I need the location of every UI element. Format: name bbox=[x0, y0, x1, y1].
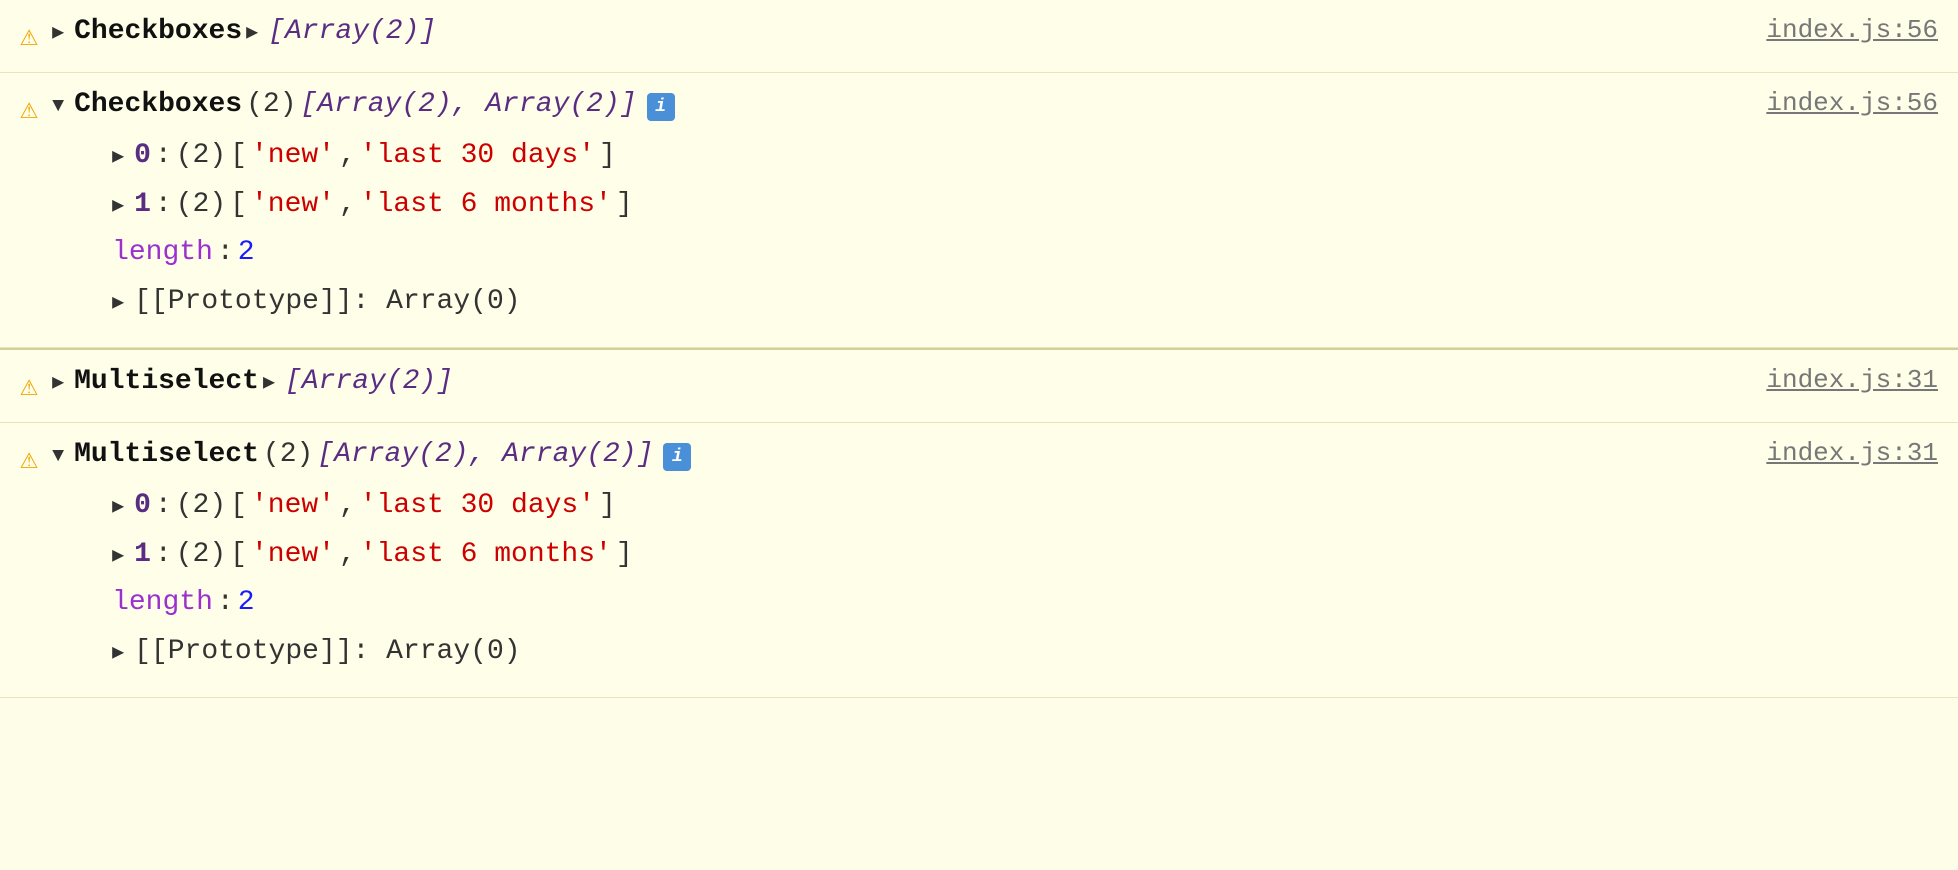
file-link-3[interactable]: index.js:31 bbox=[1726, 360, 1938, 402]
tree-row-2-1: ▶ 1 : (2) [ 'new' , 'last 6 months' ] bbox=[112, 181, 1726, 230]
tree-expand-2-1[interactable]: ▶ bbox=[112, 191, 124, 223]
length-value-4: 2 bbox=[238, 581, 255, 626]
tree-count-2-0: (2) bbox=[176, 134, 226, 179]
array-summary-3: [Array(2)] bbox=[285, 360, 453, 405]
log-entry-3-inner: ⚠ ▶ Multiselect ▶ [Array(2)] index.js:31 bbox=[20, 360, 1938, 412]
length-key-4: length bbox=[112, 581, 213, 626]
tree-val-4-1-0: 'new' bbox=[251, 533, 335, 578]
log-entry-2-inner: ⚠ ▼ Checkboxes (2) [Array(2), Array(2)] … bbox=[20, 83, 1938, 327]
expand-arrow-1[interactable]: ▶ bbox=[52, 18, 64, 50]
expand-arrow-2[interactable]: ▼ bbox=[52, 91, 64, 123]
tree-sep-4-0: : bbox=[155, 484, 172, 529]
log-entry-3: ⚠ ▶ Multiselect ▶ [Array(2)] index.js:31 bbox=[0, 350, 1958, 423]
tree-row-2-proto: ▶ [[Prototype]]: Array(0) bbox=[112, 278, 1726, 327]
tree-expand-4-proto[interactable]: ▶ bbox=[112, 638, 124, 670]
file-link-4[interactable]: index.js:31 bbox=[1726, 433, 1938, 475]
log-content-4: ▼ Multiselect (2) [Array(2), Array(2)] i… bbox=[52, 433, 1726, 677]
tree-val-2-1-1: 'last 6 months' bbox=[360, 183, 612, 228]
tree-open-2-0: [ bbox=[230, 134, 247, 179]
length-key-2: length bbox=[112, 231, 213, 276]
log-content-1: ▶ Checkboxes ▶ [Array(2)] bbox=[52, 10, 1726, 55]
log-entry-4: ⚠ ▼ Multiselect (2) [Array(2), Array(2)]… bbox=[0, 423, 1958, 698]
length-value-2: 2 bbox=[238, 231, 255, 276]
log-entry-2: ⚠ ▼ Checkboxes (2) [Array(2), Array(2)] … bbox=[0, 73, 1958, 348]
tree-open-4-1: [ bbox=[230, 533, 247, 578]
log-content-3: ▶ Multiselect ▶ [Array(2)] bbox=[52, 360, 1726, 405]
log-line-1: ▶ Checkboxes ▶ [Array(2)] bbox=[52, 10, 1726, 55]
log-content-2: ▼ Checkboxes (2) [Array(2), Array(2)] i … bbox=[52, 83, 1726, 327]
tree-sep-2-0: : bbox=[155, 134, 172, 179]
tree-close-2-0: ] bbox=[599, 134, 616, 179]
tree-row-4-1: ▶ 1 : (2) [ 'new' , 'last 6 months' ] bbox=[112, 531, 1726, 580]
tree-val-2-1-0: 'new' bbox=[251, 183, 335, 228]
tree-expand-4-0[interactable]: ▶ bbox=[112, 492, 124, 524]
tree-comma-2-1: , bbox=[339, 183, 356, 228]
log-line-2: ▼ Checkboxes (2) [Array(2), Array(2)] i bbox=[52, 83, 1726, 128]
tree-sep-2-1: : bbox=[155, 183, 172, 228]
tree-index-2-0: 0 bbox=[134, 134, 151, 179]
tree-expand-2-0[interactable]: ▶ bbox=[112, 142, 124, 174]
tree-row-4-0: ▶ 0 : (2) [ 'new' , 'last 30 days' ] bbox=[112, 482, 1726, 531]
tree-expand-4-1[interactable]: ▶ bbox=[112, 541, 124, 573]
warn-icon-2: ⚠ bbox=[20, 87, 38, 135]
tree-row-4-length: length : 2 bbox=[112, 579, 1726, 628]
tree-open-4-0: [ bbox=[230, 484, 247, 529]
tree-row-2-0: ▶ 0 : (2) [ 'new' , 'last 30 days' ] bbox=[112, 132, 1726, 181]
array-count-4: (2) bbox=[263, 433, 313, 478]
tree-count-2-1: (2) bbox=[176, 183, 226, 228]
tree-close-2-1: ] bbox=[616, 183, 633, 228]
tree-row-4-proto: ▶ [[Prototype]]: Array(0) bbox=[112, 628, 1726, 677]
tree-sep-4-1: : bbox=[155, 533, 172, 578]
log-line-4: ▼ Multiselect (2) [Array(2), Array(2)] i bbox=[52, 433, 1726, 478]
tree-index-4-0: 0 bbox=[134, 484, 151, 529]
length-sep-4: : bbox=[217, 581, 234, 626]
tree-open-2-1: [ bbox=[230, 183, 247, 228]
component-name-1: Checkboxes bbox=[74, 10, 242, 55]
tree-children-4: ▶ 0 : (2) [ 'new' , 'last 30 days' ] ▶ 1 bbox=[112, 482, 1726, 677]
expand-arrow-1b[interactable]: ▶ bbox=[246, 18, 258, 50]
array-count-2: (2) bbox=[246, 83, 296, 128]
tree-val-4-0-1: 'last 30 days' bbox=[360, 484, 595, 529]
component-name-3: Multiselect bbox=[74, 360, 259, 405]
tree-count-4-1: (2) bbox=[176, 533, 226, 578]
tree-comma-4-1: , bbox=[339, 533, 356, 578]
info-badge-2: i bbox=[647, 93, 675, 121]
component-name-4: Multiselect bbox=[74, 433, 259, 478]
info-badge-4: i bbox=[663, 443, 691, 471]
tree-val-4-0-0: 'new' bbox=[251, 484, 335, 529]
tree-row-2-length: length : 2 bbox=[112, 229, 1726, 278]
log-entry-1-inner: ⚠ ▶ Checkboxes ▶ [Array(2)] index.js:56 bbox=[20, 10, 1938, 62]
tree-index-4-1: 1 bbox=[134, 533, 151, 578]
expand-arrow-4[interactable]: ▼ bbox=[52, 441, 64, 473]
warn-icon-4: ⚠ bbox=[20, 437, 38, 485]
length-sep-2: : bbox=[217, 231, 234, 276]
warn-icon-1: ⚠ bbox=[20, 14, 38, 62]
tree-comma-4-0: , bbox=[339, 484, 356, 529]
expand-arrow-3b[interactable]: ▶ bbox=[263, 368, 275, 400]
console-panel: ⚠ ▶ Checkboxes ▶ [Array(2)] index.js:56 … bbox=[0, 0, 1958, 698]
file-link-2[interactable]: index.js:56 bbox=[1726, 83, 1938, 125]
log-entry-1: ⚠ ▶ Checkboxes ▶ [Array(2)] index.js:56 bbox=[0, 0, 1958, 73]
tree-expand-2-proto[interactable]: ▶ bbox=[112, 288, 124, 320]
tree-count-4-0: (2) bbox=[176, 484, 226, 529]
tree-val-2-0-0: 'new' bbox=[251, 134, 335, 179]
array-bracket-4: [Array(2), Array(2)] bbox=[317, 433, 653, 478]
prototype-text-4: [[Prototype]]: Array(0) bbox=[134, 630, 520, 675]
tree-close-4-0: ] bbox=[599, 484, 616, 529]
warn-icon-3: ⚠ bbox=[20, 364, 38, 412]
prototype-text-2: [[Prototype]]: Array(0) bbox=[134, 280, 520, 325]
tree-children-2: ▶ 0 : (2) [ 'new' , 'last 30 days' ] ▶ 1 bbox=[112, 132, 1726, 327]
log-line-3: ▶ Multiselect ▶ [Array(2)] bbox=[52, 360, 1726, 405]
tree-close-4-1: ] bbox=[616, 533, 633, 578]
array-bracket-2: [Array(2), Array(2)] bbox=[301, 83, 637, 128]
log-entry-4-inner: ⚠ ▼ Multiselect (2) [Array(2), Array(2)]… bbox=[20, 433, 1938, 677]
expand-arrow-3[interactable]: ▶ bbox=[52, 368, 64, 400]
array-summary-1: [Array(2)] bbox=[268, 10, 436, 55]
tree-index-2-1: 1 bbox=[134, 183, 151, 228]
file-link-1[interactable]: index.js:56 bbox=[1726, 10, 1938, 52]
component-name-2: Checkboxes bbox=[74, 83, 242, 128]
tree-comma-2-0: , bbox=[339, 134, 356, 179]
tree-val-2-0-1: 'last 30 days' bbox=[360, 134, 595, 179]
tree-val-4-1-1: 'last 6 months' bbox=[360, 533, 612, 578]
